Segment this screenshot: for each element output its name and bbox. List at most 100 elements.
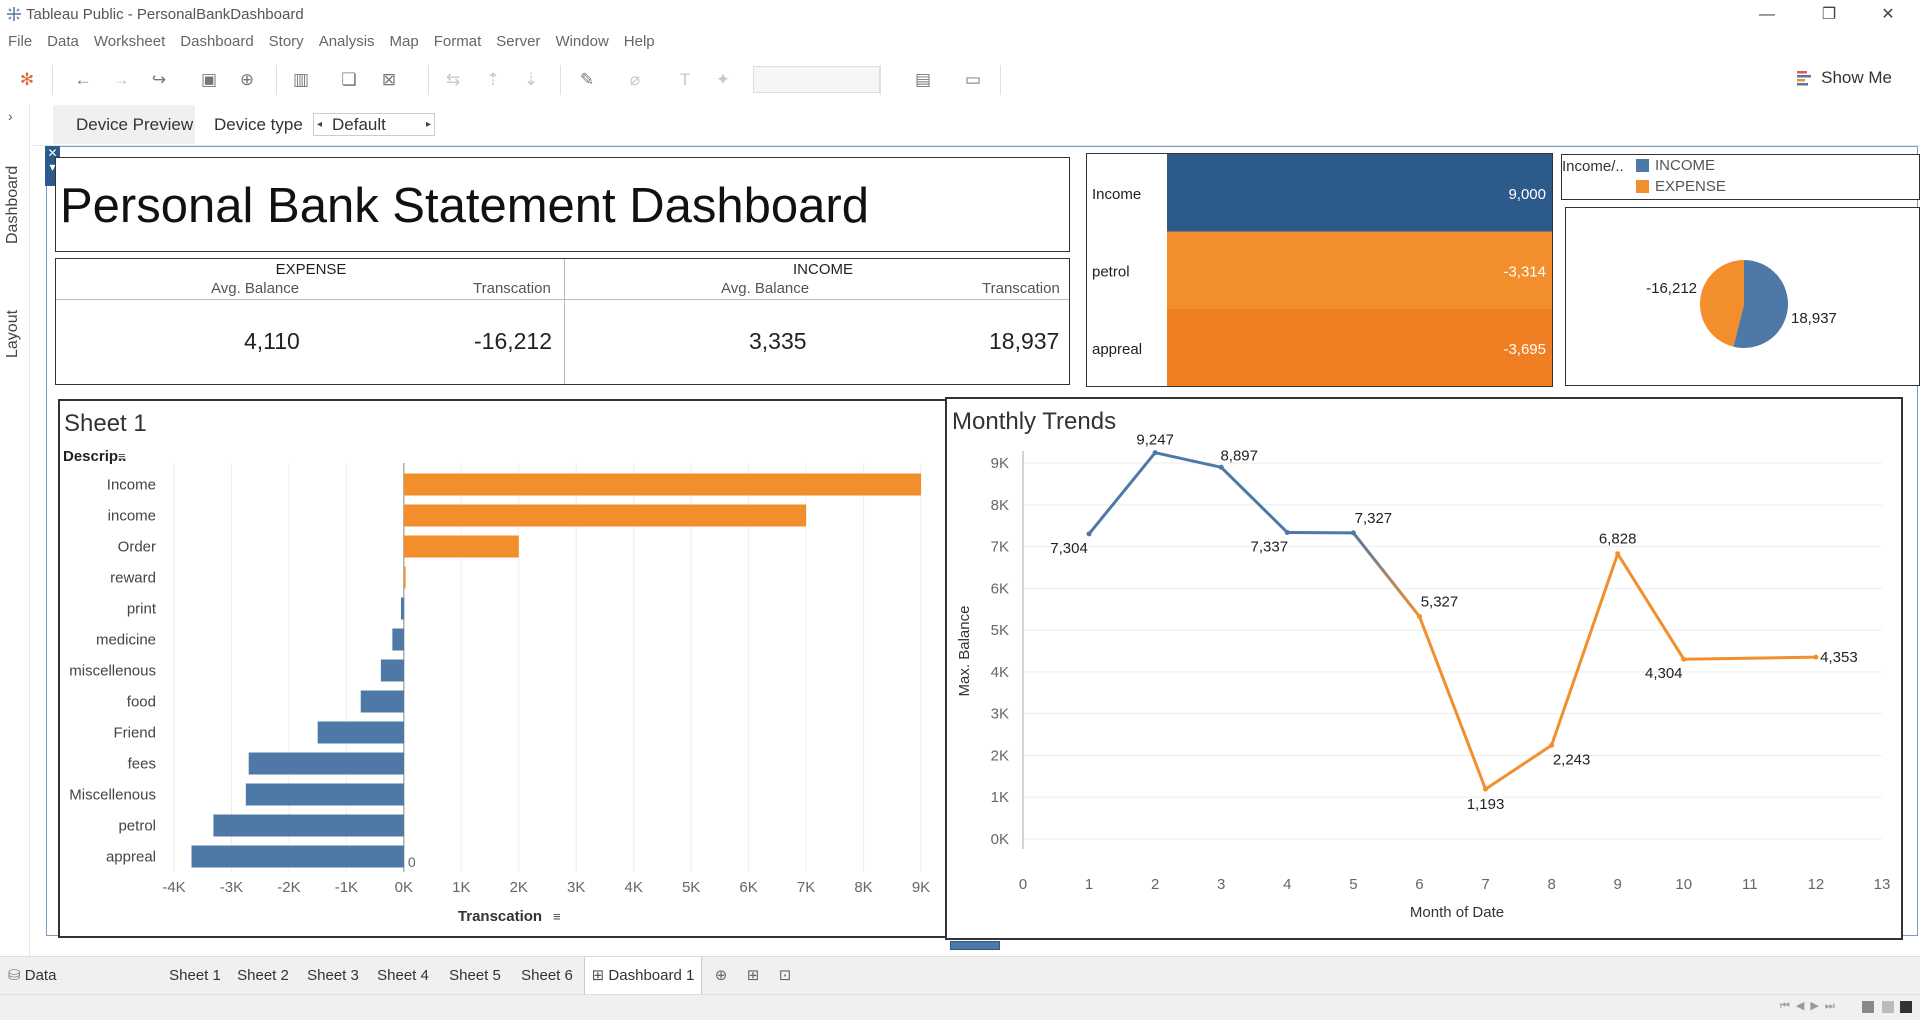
pin-icon[interactable]: ✦ [710,67,736,93]
menu-analysis[interactable]: Analysis [311,29,382,50]
device-preview-button[interactable]: Device Preview [53,105,195,144]
undo-icon[interactable]: ← [70,67,96,93]
heat-row-label: petrol [1092,263,1130,280]
tab-sheet-4[interactable]: Sheet 4 [368,957,438,995]
restore-icon[interactable]: ❐ [1800,2,1858,28]
new-dashboard-tab-icon[interactable]: ⊞ [738,957,768,995]
show-me-icon[interactable] [1797,70,1811,86]
menu-server[interactable]: Server [488,29,547,50]
resize-handle[interactable] [950,941,1000,950]
save-icon[interactable]: ▣ [196,67,222,93]
replay-icon[interactable]: ↪ [146,67,172,93]
clear-sheet-icon[interactable]: ⊠ [376,67,402,93]
menu-window[interactable]: Window [547,29,615,50]
menu-map[interactable]: Map [382,29,426,50]
highlight-icon[interactable]: ✎ [574,67,600,93]
bar-x-tick: 1K [452,879,470,896]
sort-ascending-icon[interactable]: ⇡ [480,67,506,93]
tab-navigation-icon[interactable]: ⏮◀▶⏭ [1780,999,1841,1013]
bar [246,784,404,806]
fit-dropdown[interactable] [753,66,880,93]
device-type-select[interactable]: ◂ Default ▸ [313,113,435,136]
line-x-tick: 2 [1151,876,1159,893]
heat-row-label: Income [1092,186,1141,203]
menu-story[interactable]: Story [261,29,311,50]
line-y-tick: 8K [991,497,1009,514]
show-cards-icon[interactable]: ▭ [960,67,986,93]
add-datasource-icon[interactable]: ⊕ [234,67,260,93]
line-segment [1618,554,1684,659]
sort-descending-icon[interactable]: ⇣ [518,67,544,93]
tab-view-icon[interactable] [1900,1001,1912,1013]
bar-x-tick: 7K [797,879,815,896]
menu-worksheet[interactable]: Worksheet [86,29,172,50]
heat-cell-value: 9,000 [1508,186,1546,203]
minimize-icon[interactable]: — [1738,2,1796,28]
menu-help[interactable]: Help [616,29,662,50]
tab-sheet-1[interactable]: Sheet 1 [162,957,228,995]
presentation-icon[interactable]: ▤ [910,67,936,93]
new-worksheet-tab-icon[interactable]: ⊕ [706,957,736,995]
line-chart-title: Monthly Trends [952,408,1116,435]
database-icon: ⛁ [8,967,25,984]
new-worksheet-icon[interactable]: ▥ [288,67,314,93]
line-data-label: 6,828 [1599,531,1637,548]
tab-dashboard-1[interactable]: ⊞ Dashboard 1 [584,957,702,995]
title-bar: Tableau Public - PersonalBankDashboard —… [0,0,1920,29]
line-y-tick: 1K [991,789,1009,806]
legend-swatch-expense [1636,180,1649,193]
bar [392,629,403,651]
line-segment [1552,554,1618,746]
menu-file[interactable]: File [0,29,39,50]
tableau-start-icon[interactable]: ✻ [14,67,40,93]
chevron-right-icon[interactable]: ▸ [426,114,431,135]
chevron-left-icon[interactable]: ◂ [317,114,322,135]
line-point [1087,531,1092,536]
bar-zero-label: 0 [408,854,416,870]
bar-x-tick: -1K [335,879,358,896]
legend-item-income[interactable]: INCOME [1655,157,1715,174]
income-avg-value: 3,335 [749,328,807,355]
tab-layout[interactable]: Layout [4,310,22,358]
bar-x-tick: 9K [912,879,930,896]
group-icon[interactable]: ⌀ [622,67,648,93]
filmstrip-view-icon[interactable] [1882,1001,1894,1013]
expand-icon[interactable]: › [8,108,13,124]
sort-icon: ≡ [553,909,561,924]
grid-view-icon[interactable] [1862,1001,1874,1013]
tab-sheet-5[interactable]: Sheet 5 [440,957,510,995]
tab-sheet-6[interactable]: Sheet 6 [512,957,582,995]
tab-dashboard[interactable]: Dashboard [4,166,22,244]
pie-label-income: 18,937 [1791,310,1837,327]
menu-bar: FileDataWorksheetDashboardStoryAnalysisM… [0,29,1920,55]
income-avg-label: Avg. Balance [721,280,809,297]
tab-sheet-3[interactable]: Sheet 3 [298,957,368,995]
line-x-tick: 3 [1217,876,1225,893]
menu-format[interactable]: Format [426,29,489,50]
legend-title: Income/.. [1562,158,1624,175]
line-point [1813,655,1818,660]
line-segment [1353,533,1419,617]
status-bar: ⏮◀▶⏭ [0,994,1920,1020]
duplicate-sheet-icon[interactable]: ❏ [336,67,362,93]
bar-x-tick: -3K [220,879,243,896]
toolbar: ✻ ← → ↪ ▣ ⊕ ▥ ❏ ⊠ ⇆ ⇡ ⇣ ✎ ⌀ T ✦ ▤ ▭ [0,57,1920,102]
bar-chart-title: Sheet 1 [64,410,147,437]
menu-data[interactable]: Data [39,29,86,50]
legend-item-expense[interactable]: EXPENSE [1655,178,1726,195]
show-me-button[interactable]: Show Me [1821,68,1892,88]
bar-category-label: print [127,601,157,618]
heat-row-label: appreal [1092,341,1142,358]
redo-icon[interactable]: → [108,67,134,93]
bar-chart: Sheet 1Descrip..≡-4K-3K-2K-1K0K1K2K3K4K5… [60,401,958,936]
swap-icon[interactable]: ⇆ [440,67,466,93]
close-window-icon[interactable]: ✕ [1859,2,1917,28]
tab-sheet-2[interactable]: Sheet 2 [230,957,296,995]
menu-dashboard[interactable]: Dashboard [172,29,260,50]
bar-x-tick: 2K [510,879,528,896]
line-y-tick: 3K [991,706,1009,723]
bar-category-label: medicine [96,632,156,649]
tab-data-source[interactable]: ⛁ Data Source [8,957,108,995]
new-story-tab-icon[interactable]: ⊡ [770,957,800,995]
label-icon[interactable]: T [672,67,698,93]
